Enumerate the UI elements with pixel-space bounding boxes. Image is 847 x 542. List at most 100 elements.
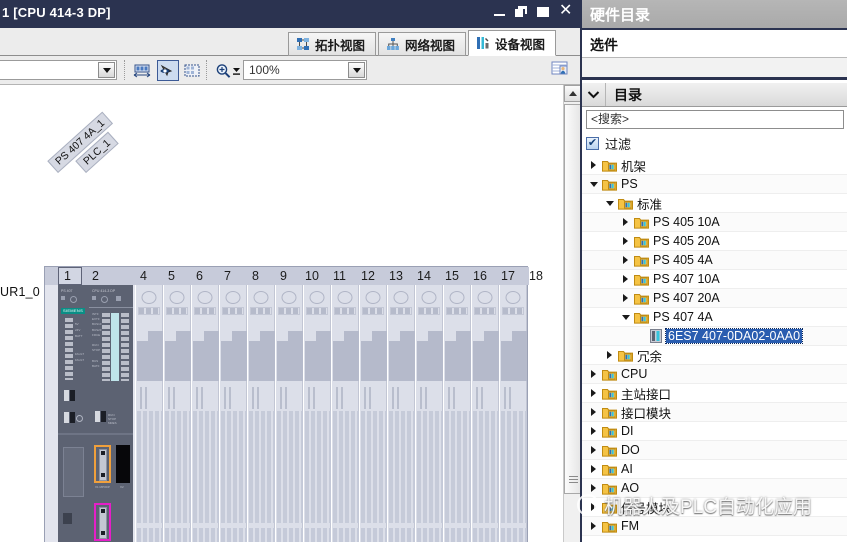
module-cpu[interactable]: CPU 414-3 DP INTF EXTF BUS1F BUS2F FRCE RUN ST… [89, 285, 133, 542]
minimize-icon[interactable] [493, 4, 506, 19]
chevron-down-icon[interactable] [588, 179, 599, 190]
chevron-right-icon[interactable] [620, 217, 631, 228]
chevron-right-icon[interactable] [588, 445, 599, 456]
chevron-right-icon[interactable] [620, 274, 631, 285]
maximize-icon[interactable] [537, 4, 550, 19]
chevron-right-icon[interactable] [604, 350, 615, 361]
catalog-tree-item[interactable]: 主站接口 [582, 384, 847, 403]
empty-slot[interactable] [275, 285, 303, 542]
empty-slot[interactable] [303, 285, 331, 542]
tab-network-view[interactable]: 网络视图 [377, 32, 466, 56]
slot-number[interactable]: 18 [529, 267, 543, 285]
chevron-right-icon[interactable] [620, 293, 631, 304]
chevron-right-icon[interactable] [620, 236, 631, 247]
empty-slot[interactable] [499, 285, 527, 542]
zoom-dropdown-button[interactable] [230, 60, 242, 81]
empty-slot[interactable] [191, 285, 219, 542]
chevron-right-icon[interactable] [588, 369, 599, 380]
slot-number[interactable]: 16 [473, 267, 487, 285]
slot-number[interactable]: 6 [196, 267, 203, 285]
tab-topology-view[interactable]: 拓扑视图 [287, 32, 376, 56]
empty-slot[interactable] [359, 285, 387, 542]
tab-device-view[interactable]: 设备视图 [467, 30, 556, 56]
catalog-tree-item[interactable]: 机架 [582, 156, 847, 175]
slot-number[interactable]: 10 [305, 267, 319, 285]
chevron-right-icon[interactable] [588, 407, 599, 418]
catalog-search-input[interactable]: <搜索> [586, 110, 844, 129]
catalog-tree-item[interactable]: DI [582, 422, 847, 441]
catalog-tree-item[interactable]: FM [582, 517, 847, 536]
slot-number[interactable]: 7 [224, 267, 231, 285]
slot-number[interactable]: 9 [280, 267, 287, 285]
catalog-tree-item[interactable]: AO [582, 479, 847, 498]
slot-number[interactable]: 4 [140, 267, 147, 285]
restore-icon[interactable] [515, 4, 528, 19]
chevron-right-icon[interactable] [588, 521, 599, 532]
filter-checkbox-row[interactable]: ✔ 过滤 [586, 133, 844, 153]
catalog-tree[interactable]: 机架 PS 标准 PS 405 10A PS 405 20A PS 405 4A… [582, 156, 847, 542]
catalog-tree-item[interactable]: PS 407 4A [582, 308, 847, 327]
empty-slot[interactable] [219, 285, 247, 542]
catalog-tree-item[interactable]: PS 405 10A [582, 213, 847, 232]
chevron-down-icon[interactable] [604, 198, 615, 209]
catalog-tree-item[interactable]: 冗余 [582, 346, 847, 365]
chevron-right-icon[interactable] [620, 255, 631, 266]
chevron-right-icon[interactable] [588, 160, 599, 171]
catalog-tree-item[interactable]: CPU [582, 365, 847, 384]
catalog-group-header[interactable]: 目录 [582, 83, 847, 107]
catalog-tree-item[interactable]: 6ES7 407-0DA02-0AA0 [582, 327, 847, 346]
slot-number[interactable]: 13 [389, 267, 403, 285]
slot-number[interactable]: 14 [417, 267, 431, 285]
catalog-tree-item[interactable]: PS 405 4A [582, 251, 847, 270]
scrollbar-thumb[interactable] [564, 104, 581, 494]
catalog-tree-item[interactable]: PS 405 20A [582, 232, 847, 251]
scroll-up-icon[interactable] [564, 85, 581, 102]
empty-slot[interactable] [387, 285, 415, 542]
device-editor-window: 1 [CPU 414-3 DP] ✕ 拓扑视图 网络视图 设备视图 100% U… [0, 0, 581, 542]
slot-number[interactable]: 1 [64, 267, 71, 285]
slot-number[interactable]: 5 [168, 267, 175, 285]
chevron-right-icon[interactable] [588, 464, 599, 475]
slot-number[interactable]: 8 [252, 267, 259, 285]
zoom-level-combo[interactable]: 100% [243, 60, 367, 80]
empty-slot[interactable] [331, 285, 359, 542]
catalog-tree-item[interactable]: DO [582, 441, 847, 460]
chevron-down-icon[interactable] [98, 62, 115, 78]
chevron-down-icon[interactable] [582, 83, 606, 106]
fit-width-button[interactable] [131, 60, 153, 81]
chevron-down-icon[interactable] [348, 62, 365, 78]
slot-number[interactable]: 15 [445, 267, 459, 285]
checkbox-icon[interactable]: ✔ [586, 136, 599, 150]
empty-slot[interactable] [471, 285, 499, 542]
chevron-down-icon[interactable] [620, 312, 631, 323]
catalog-tree-item[interactable]: PS 407 10A [582, 270, 847, 289]
close-icon[interactable]: ✕ [559, 3, 572, 19]
chevron-right-icon[interactable] [588, 388, 599, 399]
chevron-right-icon[interactable] [588, 426, 599, 437]
device-view-canvas[interactable]: UR1_0 PS 407 4A_1 PLC_1 1 2 4 5 6 7 8 9 … [0, 85, 563, 542]
device-overview-button[interactable] [550, 60, 572, 81]
catalog-tree-item[interactable]: 接口模块 [582, 403, 847, 422]
empty-slot[interactable] [163, 285, 191, 542]
grid-toggle-button[interactable] [181, 60, 203, 81]
rack-ur1[interactable]: 1 2 4 5 6 7 8 9 10 11 12 13 14 15 16 17 [44, 266, 543, 542]
module-power-supply[interactable]: PS 407 SIEMENS 5V 24V BATT FAULT FAULT [58, 285, 89, 542]
catalog-tree-item[interactable]: PS 407 20A [582, 289, 847, 308]
device-selector[interactable] [0, 60, 117, 80]
empty-slot[interactable] [415, 285, 443, 542]
slot-number[interactable]: 12 [361, 267, 375, 285]
slot-number[interactable]: 2 [92, 267, 99, 285]
empty-slot[interactable] [247, 285, 275, 542]
chevron-right-icon[interactable] [588, 483, 599, 494]
catalog-tree-item[interactable]: 信号模块 [582, 498, 847, 517]
slot-number[interactable]: 17 [501, 267, 515, 285]
preview-toggle-button[interactable] [157, 60, 179, 81]
empty-slot[interactable] [135, 285, 163, 542]
chevron-right-icon[interactable] [588, 502, 599, 513]
catalog-tree-item[interactable]: 标准 [582, 194, 847, 213]
slot-number[interactable]: 11 [333, 267, 346, 285]
catalog-tree-item[interactable]: AI [582, 460, 847, 479]
canvas-vertical-scrollbar[interactable] [563, 85, 581, 542]
empty-slot[interactable] [443, 285, 471, 542]
catalog-tree-item[interactable]: PS [582, 175, 847, 194]
